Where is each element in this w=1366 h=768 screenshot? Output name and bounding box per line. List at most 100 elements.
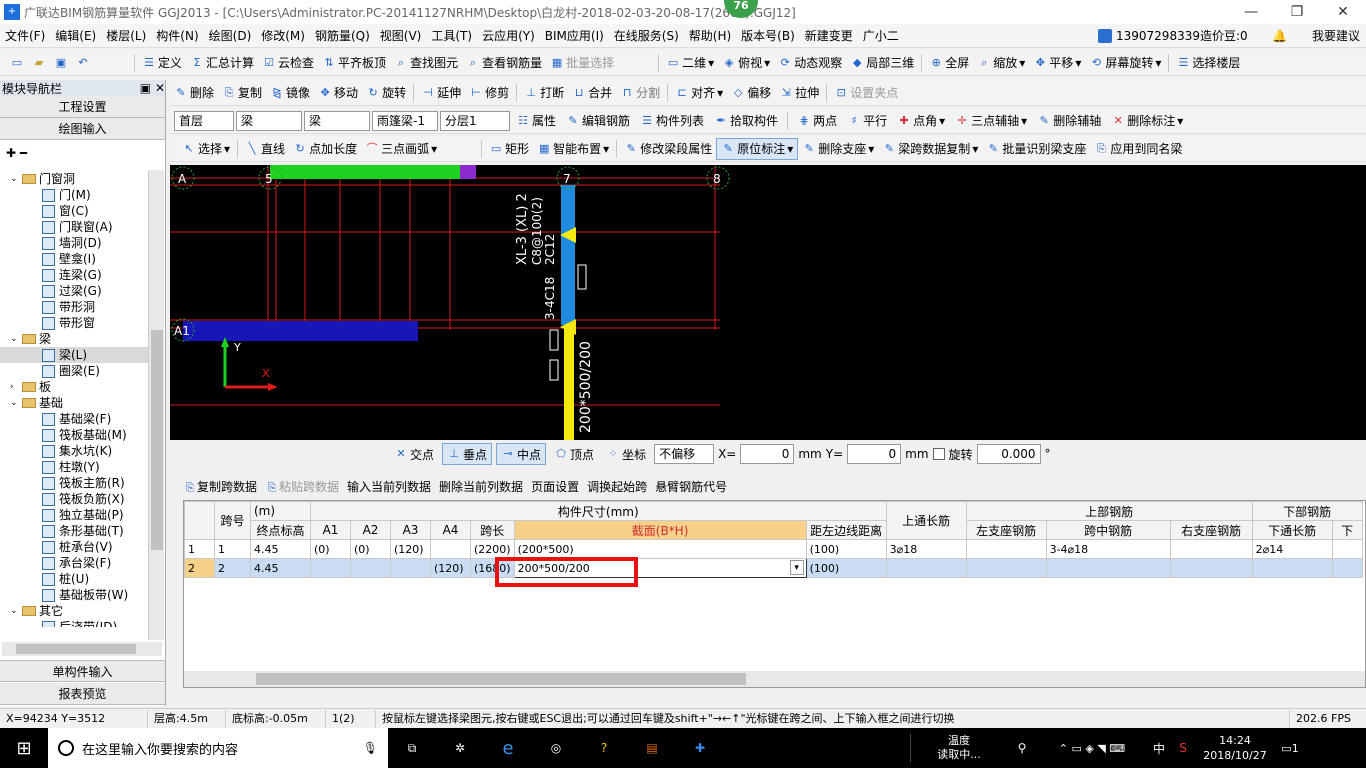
cell-dist[interactable]: (100) — [805, 558, 887, 578]
cell-bot-more[interactable] — [1331, 558, 1363, 578]
app-fan-icon[interactable]: ✲ — [436, 741, 484, 755]
select-floor-button[interactable]: ☰ 选择楼层 — [1172, 52, 1244, 74]
tree-folder[interactable]: ⌄ 梁 — [0, 331, 148, 347]
pick-component-button[interactable]: ✒ 拾取构件 — [710, 110, 782, 132]
delete-support-dropdown[interactable]: ✎ 删除支座 ▾ — [798, 138, 878, 160]
align-dropdown[interactable]: ⊏ 对齐 ▾ — [671, 82, 727, 104]
cell-a2[interactable] — [350, 558, 391, 578]
cell-a2[interactable]: (0) — [350, 539, 391, 559]
tree-item[interactable]: 桩承台(V) — [0, 539, 148, 555]
grid-hscroll[interactable] — [184, 671, 1365, 687]
delete-dim-button[interactable]: ✕ 删除标注 ▾ — [1107, 110, 1187, 132]
edge-icon[interactable]: e — [484, 738, 532, 759]
modify-span-props-button[interactable]: ✎ 修改梁段属性 — [620, 138, 716, 160]
cell-a3[interactable] — [390, 558, 431, 578]
menu-file[interactable]: 文件(F) — [0, 25, 50, 47]
windows-start-icon[interactable]: ⊞ — [0, 738, 48, 759]
notification-icon[interactable]: ▭1 — [1275, 742, 1305, 755]
cell-a4[interactable]: (120) — [430, 558, 471, 578]
menu-bim[interactable]: BIM应用(I) — [540, 25, 609, 47]
account-phone[interactable]: 13907298339 — [1116, 29, 1200, 43]
move-button[interactable]: ✥ 移动 — [314, 82, 362, 104]
menu-new-change[interactable]: 新建变更 — [800, 25, 858, 47]
rotate-checkbox[interactable] — [932, 448, 945, 460]
delete-axis-button[interactable]: ✎ 删除辅轴 — [1033, 110, 1105, 132]
bell-icon[interactable]: 🔔 — [1272, 29, 1287, 43]
y-input[interactable]: 0 — [847, 444, 902, 464]
cell-len[interactable]: (2200) — [470, 539, 515, 559]
dynamic-orbit-button[interactable]: ⟳ 动态观察 — [774, 52, 846, 74]
component-name-select[interactable]: 雨篷梁-1 — [372, 110, 438, 131]
tree-folder[interactable]: › 板 — [0, 379, 148, 395]
offset-button[interactable]: ◇ 偏移 — [727, 82, 775, 104]
parallel-button[interactable]: ♯ 平行 — [843, 110, 891, 132]
rotate-button[interactable]: ↻ 旋转 — [362, 82, 410, 104]
paste-span-button[interactable]: ⎘ 粘贴跨数据 — [265, 478, 339, 495]
menu-modify[interactable]: 修改(M) — [256, 25, 310, 47]
top-view-dropdown[interactable]: ◈ 俯视 ▾ — [718, 52, 774, 74]
snap-midpoint[interactable]: ⊸ 中点 — [496, 443, 547, 465]
stretch-button[interactable]: ⇲ 拉伸 — [775, 82, 823, 104]
chevron-right-icon[interactable]: › — [10, 379, 22, 395]
offset-select[interactable]: 不偏移 — [654, 444, 715, 464]
inplace-annotation-button[interactable]: ✎ 原位标注 ▾ — [716, 137, 799, 160]
input-column-button[interactable]: 输入当前列数据 — [347, 478, 431, 495]
cell-a1[interactable]: (0) — [310, 539, 351, 559]
tree-item[interactable]: 梁(L) — [0, 347, 148, 363]
tree-item[interactable]: 圈梁(E) — [0, 363, 148, 379]
help-app-icon[interactable]: ? — [580, 741, 628, 755]
tree-item[interactable]: 基础梁(F) — [0, 411, 148, 427]
edit-rebar-button[interactable]: ✎ 编辑钢筋 — [562, 110, 634, 132]
cell-mid-rebar[interactable]: 3-4⌀18 — [1045, 539, 1171, 559]
menu-component[interactable]: 构件(N) — [151, 25, 203, 47]
delete-column-button[interactable]: 删除当前列数据 — [439, 478, 523, 495]
merge-button[interactable]: ⊔ 合并 — [568, 82, 616, 104]
zoom-dropdown[interactable]: ⌕ 缩放 ▾ — [973, 52, 1029, 74]
layer-select[interactable]: 分层1 — [440, 110, 510, 131]
screen-rotate-dropdown[interactable]: ⟲ 屏幕旋转 ▾ — [1085, 52, 1165, 74]
set-grip-button[interactable]: ⊡ 设置夹点 — [830, 82, 902, 104]
extend-button[interactable]: ⊣ 延伸 — [417, 82, 465, 104]
cell-top-through[interactable]: 3⌀18 — [885, 539, 967, 559]
chevron-down-icon[interactable]: ⌄ — [10, 331, 22, 347]
snap-coordinate[interactable]: ⁘ 坐标 — [602, 443, 650, 465]
tray-icons[interactable]: ⌃ ▭ ◈ ◥ ⌨ — [1037, 742, 1147, 755]
tree-item[interactable]: 连梁(G) — [0, 267, 148, 283]
mirror-button[interactable]: ⧎ 镜像 — [266, 82, 314, 104]
cell-a3[interactable]: (120) — [390, 539, 431, 559]
sogou-icon[interactable]: S — [1171, 741, 1195, 755]
menu-draw[interactable]: 绘图(D) — [204, 25, 257, 47]
snap-intersection[interactable]: ✕ 交点 — [390, 443, 438, 465]
menu-cloud[interactable]: 云应用(Y) — [477, 25, 540, 47]
cell-right-support[interactable] — [1169, 539, 1253, 559]
tree-item[interactable]: 壁龛(I) — [0, 251, 148, 267]
page-setup-button[interactable]: 页面设置 — [531, 478, 579, 495]
find-element-button[interactable]: ⌕ 查找图元 — [390, 52, 462, 74]
copy-span-button[interactable]: ⎘ 复制跨数据 — [183, 478, 257, 495]
cell-span[interactable]: 1 — [214, 539, 251, 559]
cell-elev[interactable]: 4.45 — [250, 558, 311, 578]
cell-right-support[interactable] — [1169, 558, 1253, 578]
tree-hscroll[interactable] — [2, 642, 162, 656]
cell-mid-rebar[interactable] — [1045, 558, 1171, 578]
menu-online[interactable]: 在线服务(S) — [609, 25, 684, 47]
chevron-down-icon[interactable]: ⌄ — [10, 395, 22, 411]
tree-item[interactable]: 门联窗(A) — [0, 219, 148, 235]
panel-close-icon[interactable]: ✕ — [155, 81, 165, 95]
tree-folder[interactable]: ⌄ 其它 — [0, 603, 148, 619]
calc-summary-button[interactable]: Σ 汇总计算 — [186, 52, 258, 74]
tree-item[interactable]: 后浇带(JD) — [0, 619, 148, 627]
draw-input-button[interactable]: 绘图输入 — [0, 118, 165, 140]
single-input-button[interactable]: 单构件输入 — [0, 660, 165, 682]
tree-item[interactable]: 筏板主筋(R) — [0, 475, 148, 491]
menu-view[interactable]: 视图(V) — [375, 25, 427, 47]
close-button[interactable]: ✕ — [1320, 0, 1366, 24]
report-preview-button[interactable]: 报表预览 — [0, 683, 165, 705]
menu-version[interactable]: 版本号(B) — [736, 25, 800, 47]
tree-scrollbar[interactable] — [148, 170, 164, 640]
three-point-arc-dropdown[interactable]: ⌒ 三点画弧 ▾ — [361, 138, 441, 160]
project-settings-button[interactable]: 工程设置 — [0, 96, 165, 118]
view-rebar-qty-button[interactable]: ⌕ 查看钢筋量 — [462, 52, 546, 74]
menu-tools[interactable]: 工具(T) — [426, 25, 477, 47]
clock[interactable]: 14:24 2018/10/27 — [1195, 733, 1275, 763]
